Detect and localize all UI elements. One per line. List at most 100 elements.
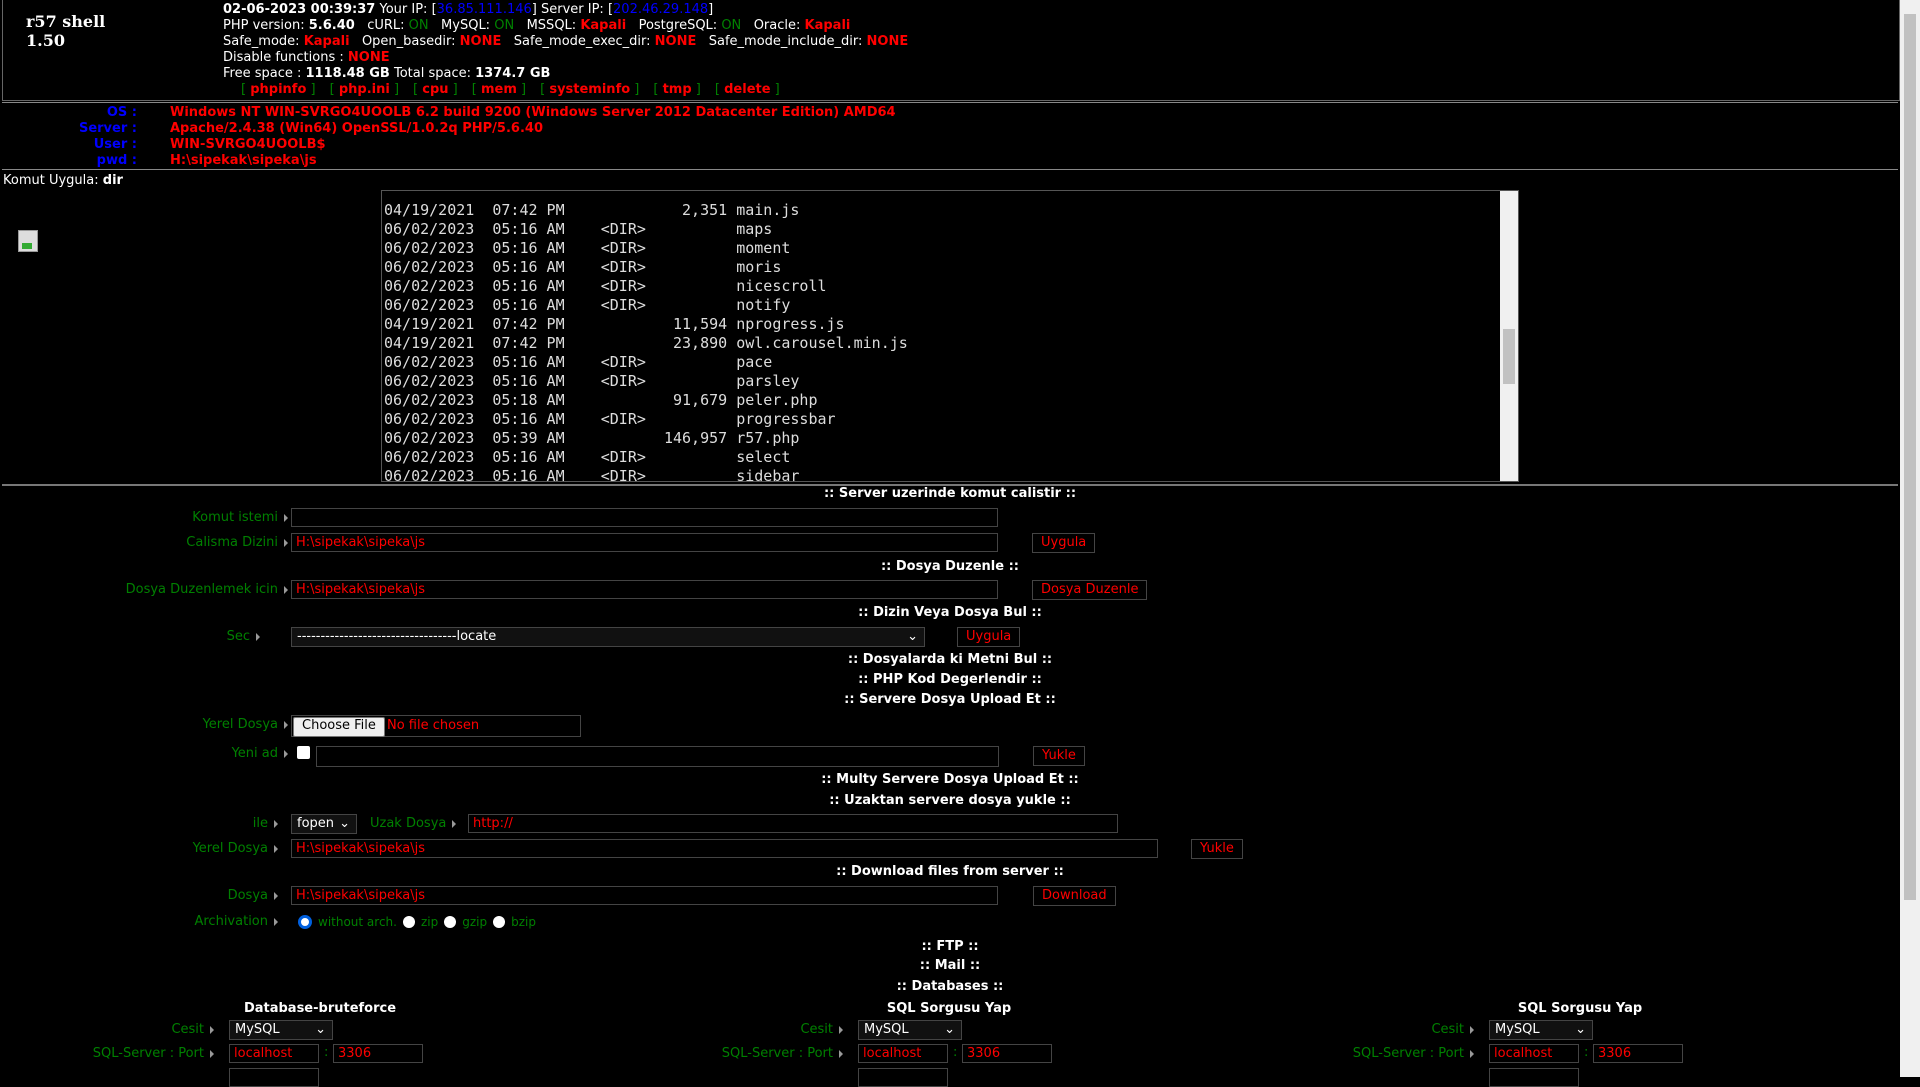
total-space: 1374.7 GB bbox=[475, 66, 551, 81]
scroll-thumb[interactable] bbox=[1503, 329, 1515, 384]
php-eval-title[interactable]: :: PHP Kod Degerlendir :: bbox=[0, 672, 1900, 687]
dosya-duzenle-button[interactable]: Dosya Duzenle bbox=[1032, 580, 1148, 600]
link-phpinfo[interactable]: [ phpinfo ] bbox=[241, 82, 316, 97]
db-panel-title: Database-bruteforce bbox=[243, 1001, 397, 1016]
link-label[interactable]: systeminfo bbox=[549, 82, 630, 97]
archive-radio[interactable] bbox=[402, 915, 415, 928]
chevron-down-icon: ⌄ bbox=[339, 816, 350, 831]
db-input[interactable] bbox=[1489, 1068, 1579, 1087]
archive-options: without arch. zip gzip bzip bbox=[298, 914, 542, 929]
find-select[interactable]: ----------------------------------locate… bbox=[291, 627, 925, 647]
arrow-icon bbox=[1470, 1049, 1474, 1058]
db-panel-title: SQL Sorgusu Yap bbox=[886, 1001, 1012, 1016]
link-label[interactable]: delete bbox=[724, 82, 770, 97]
download-path-input[interactable] bbox=[291, 886, 998, 905]
label: MSSQL: bbox=[526, 18, 577, 33]
server-info: 02-06-2023 00:39:37 Your IP: [36.85.111.… bbox=[223, 2, 909, 97]
link-label[interactable]: mem bbox=[481, 82, 517, 97]
edit-file-input[interactable] bbox=[291, 580, 998, 599]
dizin-label: Calisma Dizini bbox=[0, 535, 288, 550]
uygula-button[interactable]: Uygula bbox=[1032, 533, 1096, 553]
selected-value: MySQL bbox=[864, 1022, 909, 1037]
db-input[interactable] bbox=[229, 1068, 319, 1087]
choose-file-button[interactable]: Choose File bbox=[293, 717, 385, 737]
output-line: 04/19/2021 07:42 PM 2,351 main.js bbox=[384, 201, 800, 219]
yukle-button[interactable]: Yukle bbox=[1033, 746, 1085, 766]
db-port-input[interactable] bbox=[962, 1044, 1052, 1063]
find-uygula-button[interactable]: Uygula bbox=[957, 627, 1021, 647]
arrow-icon bbox=[256, 632, 260, 641]
archive-option-label: gzip bbox=[462, 914, 488, 929]
link-mem[interactable]: [ mem ] bbox=[472, 82, 526, 97]
db-port-input[interactable] bbox=[1593, 1044, 1683, 1063]
label: Safe_mode_exec_dir: bbox=[513, 34, 651, 49]
db-panel-title: SQL Sorgusu Yap bbox=[1517, 1001, 1643, 1016]
db-port-input[interactable] bbox=[333, 1044, 423, 1063]
mail-title[interactable]: :: Mail :: bbox=[0, 958, 1900, 973]
chevron-down-icon: ⌄ bbox=[944, 1022, 955, 1037]
download-title: :: Download files from server :: bbox=[836, 864, 1064, 879]
link-phpini[interactable]: [ php.ini ] bbox=[330, 82, 399, 97]
broken-image-icon bbox=[18, 230, 38, 252]
command-input[interactable] bbox=[291, 508, 998, 527]
databases-title: :: Databases :: bbox=[896, 979, 1004, 994]
link-cpu[interactable]: [ cpu ] bbox=[413, 82, 458, 97]
db-host-input[interactable] bbox=[229, 1044, 319, 1063]
sec-label: Sec bbox=[0, 629, 260, 644]
db-type-select[interactable]: MySQL ⌄ bbox=[229, 1020, 333, 1040]
ftp-title[interactable]: :: FTP :: bbox=[0, 939, 1900, 954]
archive-radio[interactable] bbox=[444, 915, 457, 928]
label: Disable functions : bbox=[223, 50, 344, 65]
colon-separator: : bbox=[953, 1045, 958, 1060]
link-label[interactable]: cpu bbox=[422, 82, 448, 97]
label: Your IP: bbox=[379, 2, 428, 17]
method-select[interactable]: fopen ⌄ bbox=[291, 814, 357, 834]
label: SQL-Server : Port bbox=[1352, 1046, 1464, 1061]
system-panel: OS : Windows NT WIN-SVRGO4UOOLB 6.2 buil… bbox=[2, 102, 1898, 252]
working-dir-input[interactable] bbox=[291, 533, 998, 552]
link-label[interactable]: phpinfo bbox=[250, 82, 306, 97]
archive-radio[interactable] bbox=[298, 914, 312, 929]
output-scrollbar[interactable] bbox=[1500, 191, 1518, 481]
arrow-icon bbox=[839, 1025, 843, 1034]
archive-radio[interactable] bbox=[493, 915, 506, 928]
output-line: 06/02/2023 05:16 AM <DIR> nicescroll bbox=[384, 277, 827, 295]
db-host-input[interactable] bbox=[1489, 1044, 1579, 1063]
remote-url-input[interactable] bbox=[468, 814, 1118, 833]
new-name-input[interactable] bbox=[316, 746, 999, 767]
server-port-label: SQL-Server : Port bbox=[0, 1046, 214, 1061]
remote-yukle-button[interactable]: Yukle bbox=[1191, 839, 1243, 859]
server-label: Server : bbox=[78, 121, 137, 136]
output-line: 06/02/2023 05:16 AM <DIR> parsley bbox=[384, 372, 800, 390]
chevron-down-icon: ⌄ bbox=[907, 629, 918, 644]
link-label[interactable]: php.ini bbox=[339, 82, 390, 97]
local-path-input[interactable] bbox=[291, 839, 1158, 858]
pwd-value: H:\sipekak\sipeka\js bbox=[170, 153, 317, 168]
command-output[interactable]: 04/19/2021 07:42 PM 2,351 main.js 06/02/2… bbox=[381, 190, 1519, 482]
multi-upload-title[interactable]: :: Multy Servere Dosya Upload Et :: bbox=[0, 772, 1900, 787]
db-type-select[interactable]: MySQL ⌄ bbox=[1489, 1020, 1593, 1040]
file-picker[interactable]: Choose File No file chosen bbox=[291, 715, 581, 737]
exec-title: :: Server uzerinde komut calistir :: bbox=[823, 486, 1077, 501]
link-tmp[interactable]: [ tmp ] bbox=[653, 82, 701, 97]
link-label[interactable]: tmp bbox=[663, 82, 692, 97]
yeni-label: Yeni ad bbox=[0, 746, 288, 761]
link-systeminfo[interactable]: [ systeminfo ] bbox=[540, 82, 639, 97]
dosya-label: Dosya bbox=[0, 888, 278, 903]
page-scroll-thumb[interactable] bbox=[1904, 14, 1916, 900]
server-port-label: SQL-Server : Port bbox=[1254, 1046, 1474, 1061]
page-scrollbar[interactable] bbox=[1900, 0, 1920, 1077]
label: ile bbox=[252, 816, 268, 831]
rename-checkbox[interactable] bbox=[297, 746, 310, 759]
db-input[interactable] bbox=[858, 1068, 948, 1087]
download-button[interactable]: Download bbox=[1033, 886, 1116, 906]
output-line: 04/19/2021 07:42 PM 23,890 owl.carousel.… bbox=[384, 334, 908, 352]
arrow-icon bbox=[284, 585, 288, 594]
db-host-input[interactable] bbox=[858, 1044, 948, 1063]
db-type-select[interactable]: MySQL ⌄ bbox=[858, 1020, 962, 1040]
php-version: 5.6.40 bbox=[308, 18, 355, 33]
text-search-title[interactable]: :: Dosyalarda ki Metni Bul :: bbox=[0, 652, 1900, 667]
link-delete[interactable]: [ delete ] bbox=[715, 82, 780, 97]
arrow-icon bbox=[210, 1025, 214, 1034]
label: Dosya Duzenlemek icin bbox=[125, 582, 278, 597]
